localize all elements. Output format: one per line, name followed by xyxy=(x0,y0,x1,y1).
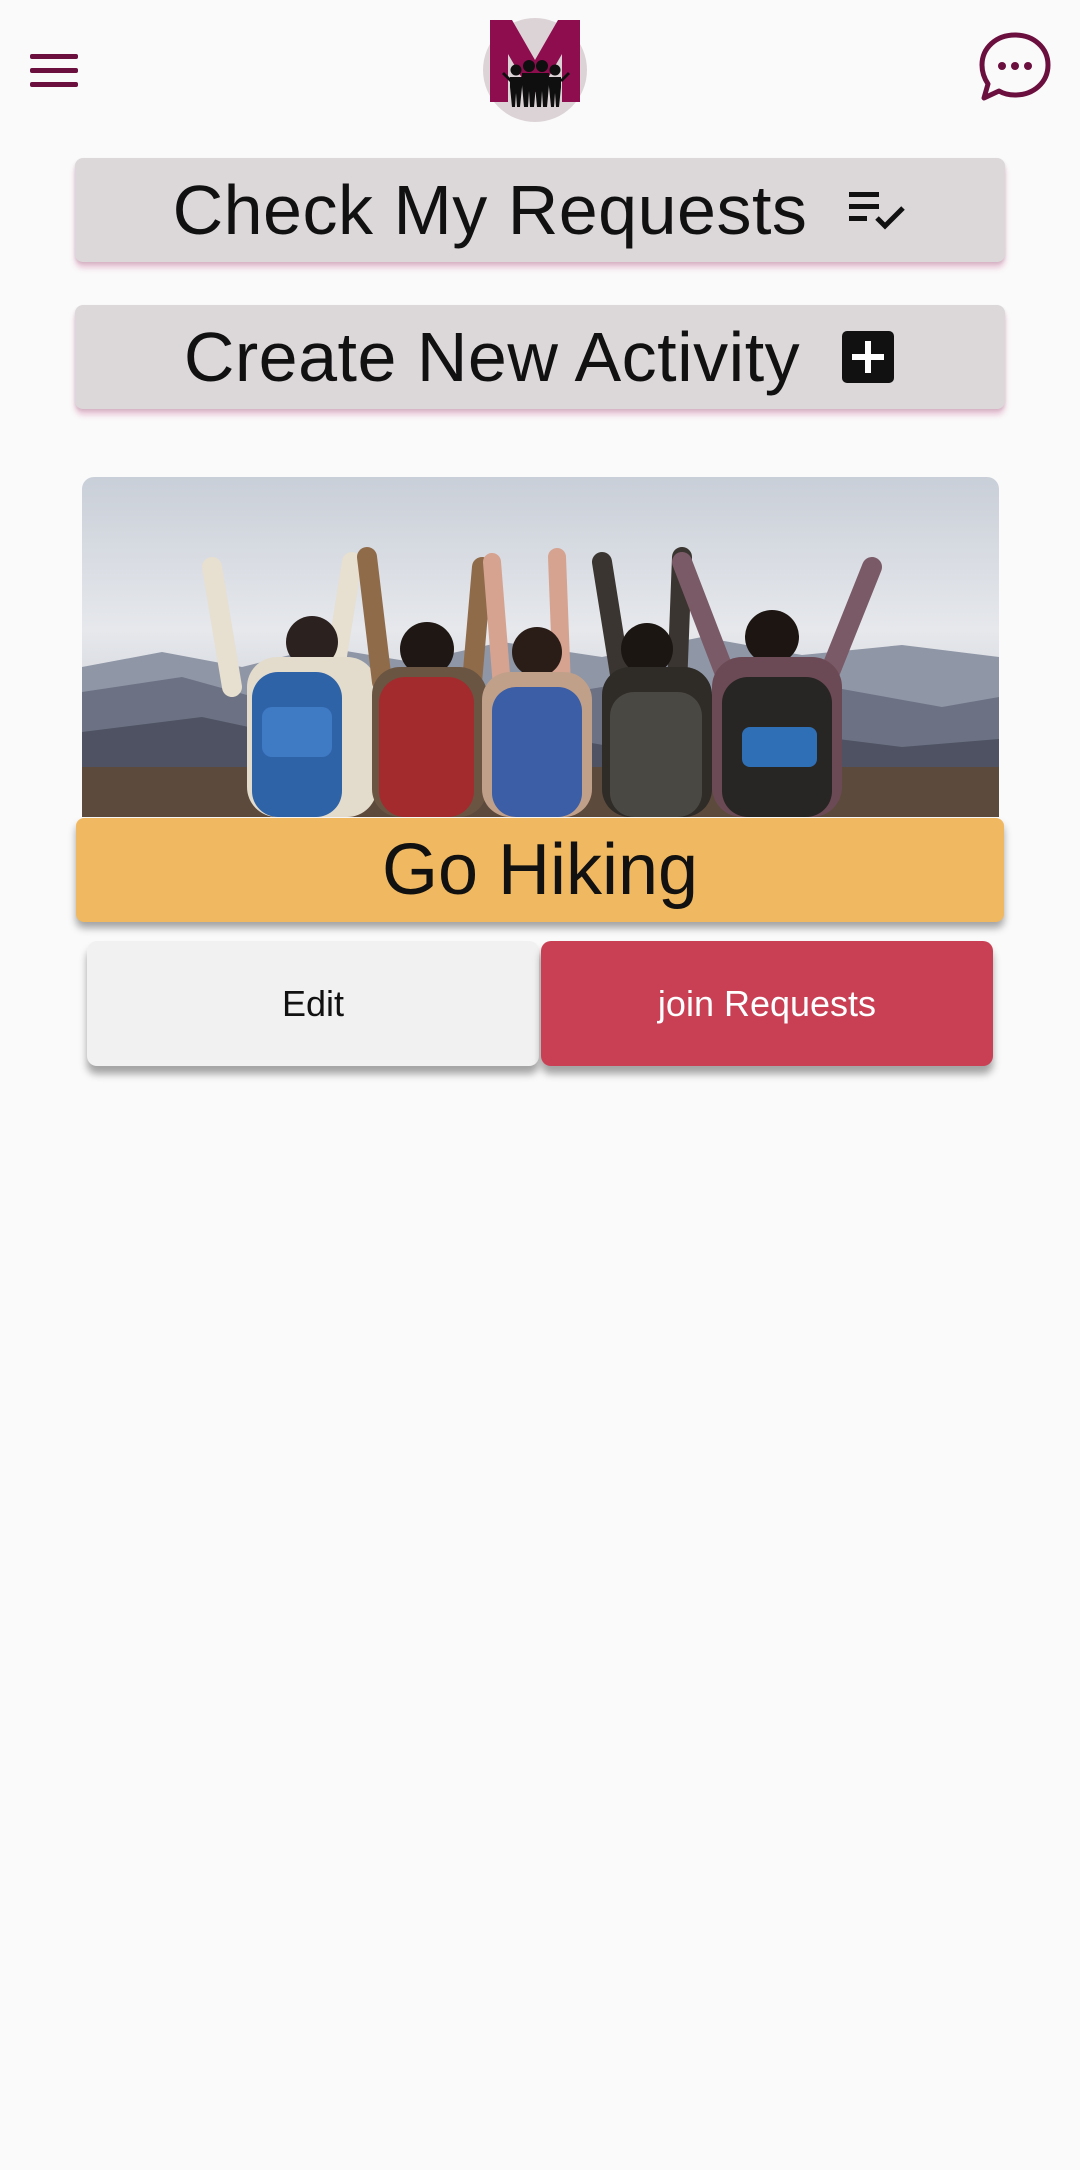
join-requests-button[interactable]: join Requests xyxy=(541,941,993,1066)
create-activity-label: Create New Activity xyxy=(183,318,801,396)
join-requests-label: join Requests xyxy=(657,982,877,1024)
activity-title-bar[interactable]: Go Hiking xyxy=(76,818,1004,922)
add-box-icon xyxy=(840,329,896,385)
app-screen: Check My Requests Create New Activity Go… xyxy=(0,0,1080,2170)
playlist-check-icon xyxy=(847,188,907,232)
group-logo-icon xyxy=(483,18,587,122)
hamburger-menu-icon[interactable] xyxy=(30,40,96,100)
chat-bubble-icon[interactable] xyxy=(978,30,1052,104)
top-bar xyxy=(0,0,1080,140)
edit-button-label: Edit xyxy=(281,982,345,1024)
check-requests-button[interactable]: Check My Requests xyxy=(75,158,1005,262)
edit-button[interactable]: Edit xyxy=(87,941,539,1066)
create-activity-button[interactable]: Create New Activity xyxy=(75,305,1005,409)
check-requests-label: Check My Requests xyxy=(172,171,808,249)
activity-image[interactable] xyxy=(82,477,999,817)
activity-title: Go Hiking xyxy=(381,830,699,910)
